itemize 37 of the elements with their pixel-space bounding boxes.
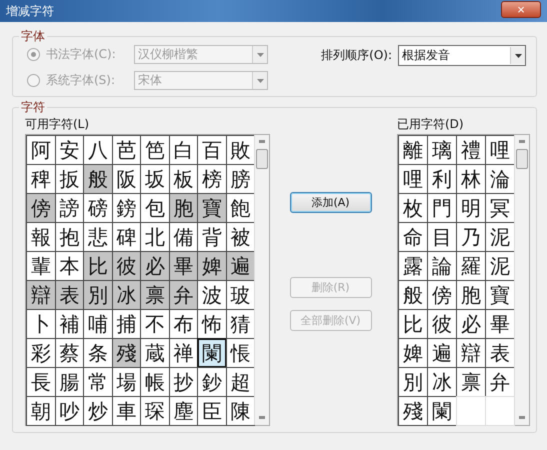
character-cell[interactable]: 冰 (112, 280, 141, 310)
dropdown-arrow-icon (256, 52, 264, 56)
character-cell[interactable]: 比 (83, 251, 112, 281)
action-button[interactable]: 添加(A) (290, 192, 372, 213)
sort-dropdown[interactable]: 根据发音 (398, 45, 526, 66)
list-label: 已用字符(D) (397, 116, 465, 133)
character-cell[interactable]: 彼 (112, 251, 141, 281)
character-cell[interactable]: 寶 (197, 193, 226, 223)
character-cell[interactable]: 別 (83, 280, 112, 310)
character-cell[interactable]: 殘 (398, 396, 428, 426)
character-cell[interactable]: 遍 (226, 251, 255, 281)
character-cell[interactable]: 般 (83, 164, 112, 194)
character-cell[interactable]: 禀 (140, 280, 170, 310)
scrollbar[interactable] (254, 135, 269, 425)
character-cell[interactable]: 辯 (26, 280, 56, 310)
character-cell[interactable]: 朝 (26, 396, 56, 426)
radio-label: 书法字体(C): (46, 46, 117, 63)
character-cell[interactable]: 阿 (26, 135, 56, 165)
character-cell[interactable]: 傍 (26, 193, 56, 223)
character-cell[interactable]: 殘 (112, 338, 141, 368)
list-label: 可用字符(L) (25, 116, 90, 133)
radio-label: 系统字体(S): (46, 72, 116, 89)
character-cell[interactable]: 弁 (168, 280, 198, 310)
group-title: 字符 (20, 99, 46, 116)
character-cell[interactable]: 畢 (168, 251, 198, 281)
character-cell[interactable]: 婢 (197, 251, 226, 281)
character-cell[interactable]: 表 (54, 280, 84, 310)
window-title: 增减字符 (6, 2, 54, 20)
scrollbar[interactable] (514, 135, 529, 425)
sort-label: 排列顺序(O): (321, 47, 392, 64)
character-cell[interactable]: 必 (140, 251, 170, 281)
character-cell[interactable]: 離 (398, 135, 428, 165)
dropdown-arrow-icon (514, 54, 522, 58)
character-cell[interactable]: 闌 (197, 338, 226, 368)
character-cell[interactable]: 胞 (168, 193, 198, 223)
group-title: 字体 (20, 28, 46, 45)
dropdown-arrow-icon (256, 78, 264, 82)
